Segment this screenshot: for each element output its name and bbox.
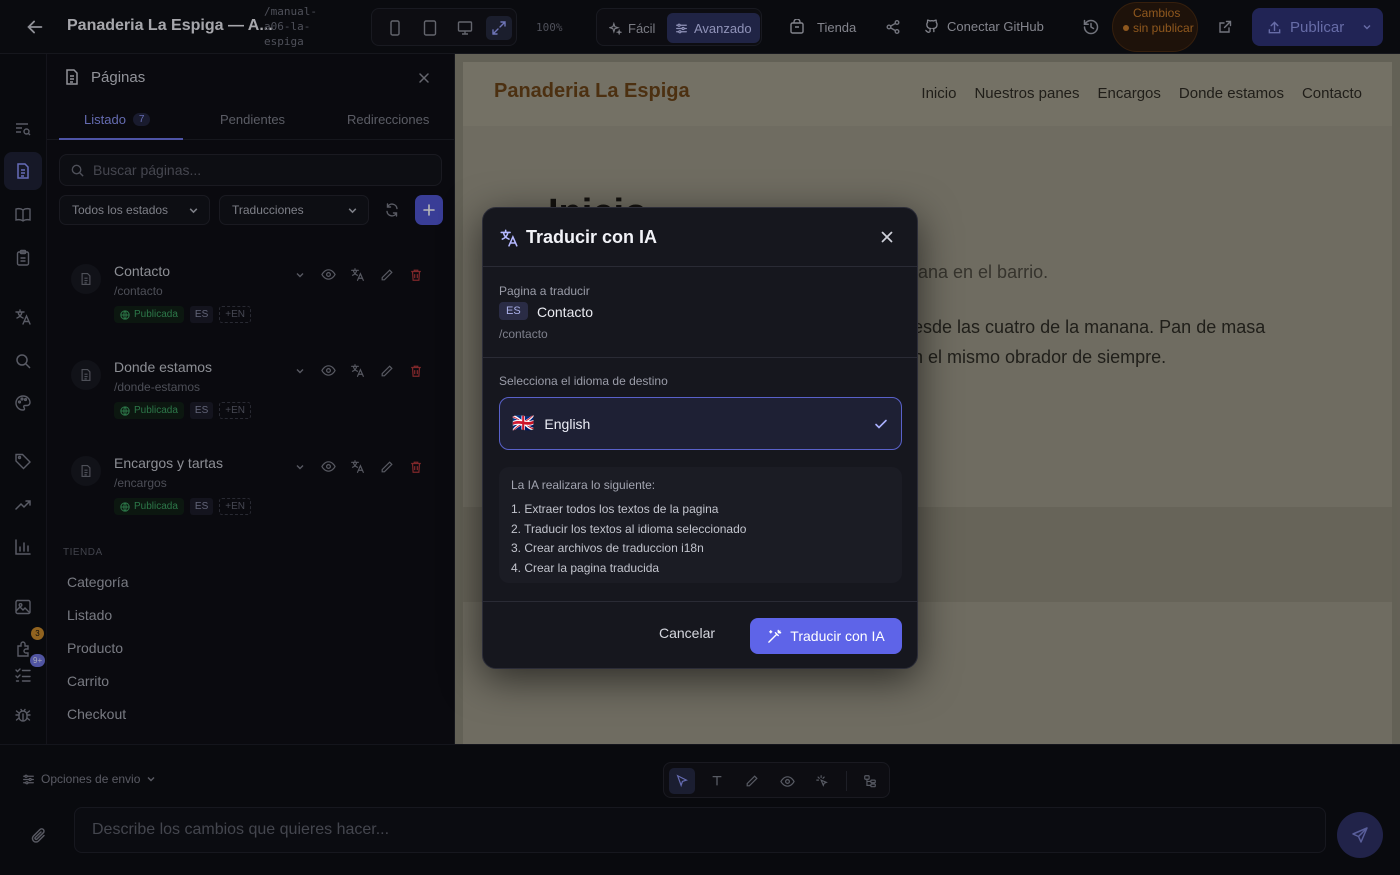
ai-step: 4. Crear la pagina traducida	[511, 560, 660, 575]
uk-flag-icon: 🇬🇧	[512, 413, 535, 433]
ai-steps-title: La IA realizara lo siguiente:	[511, 478, 656, 492]
source-page-label: Pagina a traducir	[499, 284, 590, 298]
ai-step: 1. Extraer todos los textos de la pagina	[511, 502, 719, 516]
check-icon	[873, 416, 889, 432]
ai-steps-box: La IA realizara lo siguiente: 1. Extraer…	[499, 467, 902, 583]
target-language-label: Selecciona el idioma de destino	[499, 374, 668, 388]
close-icon[interactable]	[879, 229, 895, 245]
translate-icon	[499, 228, 519, 248]
ai-step: 3. Crear archivos de traduccion i18n	[511, 541, 704, 555]
app-root: Panaderia La Espiga — A... /manual-a06-l…	[0, 0, 1400, 875]
cancel-button[interactable]: Cancelar	[659, 625, 715, 641]
target-language-option[interactable]: 🇬🇧 English	[499, 397, 902, 450]
dialog-footer: Cancelar Traducir con IA	[483, 601, 917, 668]
translate-dialog: Traducir con IA Pagina a traducir ES Con…	[482, 207, 918, 669]
magic-wand-icon	[768, 629, 782, 643]
dialog-title: Traducir con IA	[526, 227, 658, 247]
dialog-header: Traducir con IA	[483, 208, 917, 267]
source-lang-badge: ES	[499, 302, 528, 320]
translate-confirm-label: Traducir con IA	[790, 628, 885, 644]
translate-confirm-button[interactable]: Traducir con IA	[750, 618, 902, 654]
ai-step: 2. Traducir los textos al idioma selecci…	[511, 521, 747, 536]
source-page-name: Contacto	[537, 304, 594, 320]
source-page-path: /contacto	[499, 327, 548, 341]
target-language-name: English	[544, 415, 591, 432]
